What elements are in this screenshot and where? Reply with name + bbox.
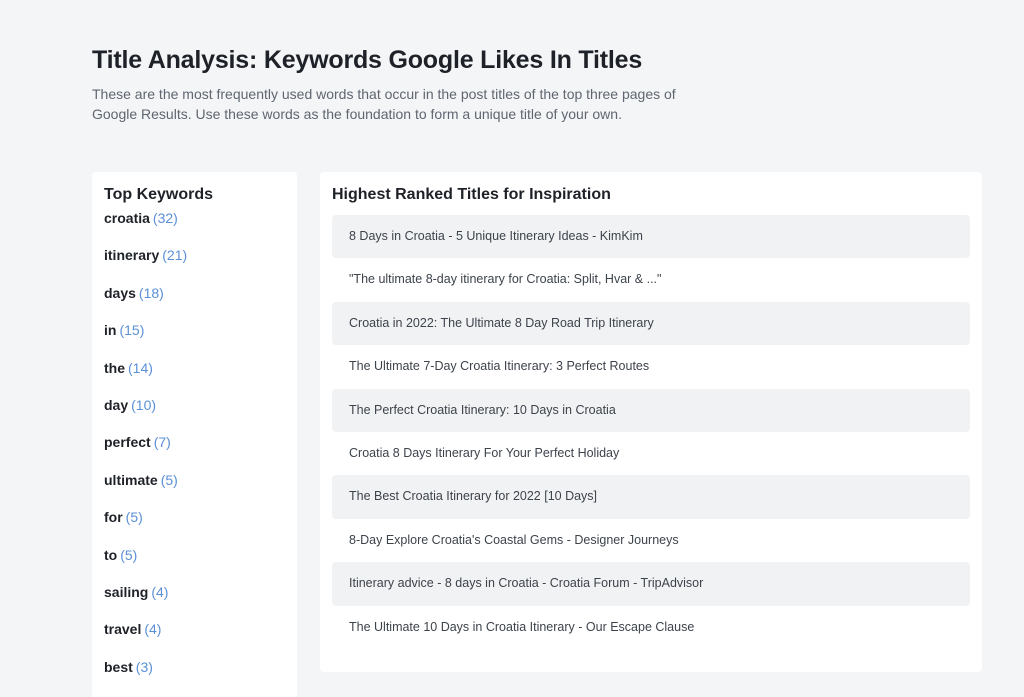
keyword-item: days (18) [104, 283, 285, 320]
keyword-word: sailing [104, 583, 149, 600]
keyword-word: the [104, 359, 125, 376]
inspiration-titles-card: Highest Ranked Titles for Inspiration 8 … [320, 172, 982, 672]
inspiration-title-row: 8 Days in Croatia - 5 Unique Itinerary I… [332, 215, 970, 259]
keyword-word: itinerary [104, 247, 160, 264]
inspiration-title-list: 8 Days in Croatia - 5 Unique Itinerary I… [332, 215, 970, 649]
keyword-item: to (5) [104, 545, 285, 582]
inspiration-title-row: Croatia in 2022: The Ultimate 8 Day Road… [332, 301, 970, 346]
keyword-word: ultimate [104, 471, 158, 488]
keyword-item: day (10) [104, 395, 285, 432]
keyword-count: (14) [128, 359, 153, 376]
keyword-count: (5) [125, 509, 143, 526]
page-subtitle: These are the most frequently used words… [92, 86, 676, 122]
keyword-count: (7) [153, 434, 171, 451]
keyword-item: croatia (32) [104, 208, 285, 245]
keyword-list: croatia (32) itinerary (21) days (18) in (15) th… [104, 208, 285, 694]
inspiration-title-row: The Perfect Croatia Itinerary: 10 Days i… [332, 388, 970, 432]
keyword-item: the (14) [104, 358, 285, 395]
inspiration-heading: Highest Ranked Titles for Inspiration [332, 186, 611, 203]
inspiration-title-row: The Ultimate 10 Days in Croatia Itinerar… [349, 619, 695, 634]
keyword-count: (21) [162, 247, 188, 264]
keyword-count: (5) [120, 546, 138, 563]
keyword-item: sailing (4) [104, 582, 285, 619]
inspiration-title-row: Croatia 8 Days Itinerary For Your Perfec… [349, 445, 620, 460]
keyword-word: perfect [104, 434, 151, 451]
top-keywords-heading: Top Keywords [104, 186, 214, 203]
inspiration-title-row: Itinerary advice - 8 days in Croatia - C… [332, 562, 970, 606]
keyword-item: perfect (7) [104, 432, 285, 469]
keyword-item: best (3) [104, 657, 285, 694]
keyword-word: for [104, 509, 123, 526]
keyword-word: to [104, 546, 118, 563]
keyword-word: in [104, 322, 117, 339]
keyword-item: itinerary (21) [104, 245, 285, 282]
keyword-count: (18) [138, 284, 164, 301]
keyword-item: travel (4) [104, 619, 285, 656]
page-header: Title Analysis: Keywords Google Likes In… [92, 44, 732, 124]
keyword-count: (10) [131, 396, 157, 413]
inspiration-title-row: 8-Day Explore Croatia's Coastal Gems - D… [349, 532, 679, 547]
keyword-count: (15) [119, 322, 145, 339]
keyword-count: (32) [152, 210, 178, 226]
page-title: Title Analysis: Keywords Google Likes In… [92, 46, 643, 74]
keyword-count: (5) [160, 471, 178, 488]
keyword-word: days [104, 284, 136, 301]
inspiration-title-row: "The ultimate 8-day itinerary for Croati… [349, 272, 662, 287]
keyword-item: for (5) [104, 507, 285, 544]
keyword-item: ultimate (5) [104, 470, 285, 507]
keyword-count: (4) [151, 583, 169, 600]
keyword-count: (3) [135, 658, 153, 675]
keyword-item: in (15) [104, 320, 285, 357]
inspiration-title-row: The Ultimate 7-Day Croatia Itinerary: 3 … [349, 359, 650, 374]
page: Title Analysis: Keywords Google Likes In… [0, 0, 1024, 697]
keyword-count: (4) [144, 621, 162, 638]
keyword-word: croatia [104, 210, 150, 226]
inspiration-title-row: The Best Croatia Itinerary for 2022 [10 … [332, 475, 970, 519]
keyword-word: travel [104, 621, 142, 638]
top-keywords-card: Top Keywords croatia (32) itinerary (21) day… [92, 172, 297, 697]
keyword-word: best [104, 658, 133, 675]
keyword-word: day [104, 396, 129, 413]
